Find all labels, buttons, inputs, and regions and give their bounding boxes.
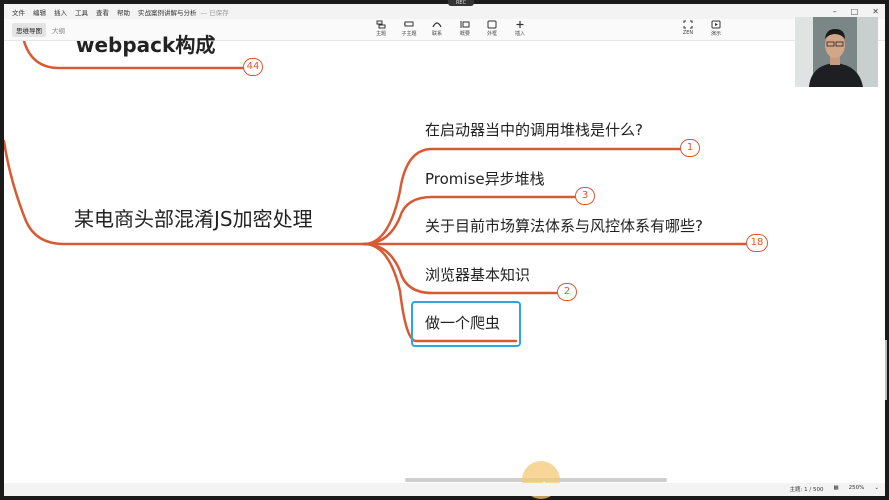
document-title: 实战案例讲解与分析 bbox=[138, 8, 197, 17]
menu-file[interactable]: 文件 bbox=[4, 7, 29, 17]
map-icon[interactable]: ▦ bbox=[833, 485, 838, 493]
boundary-label: 外框 bbox=[486, 31, 497, 37]
zoom-level[interactable]: 250% bbox=[849, 485, 865, 493]
webcam-overlay bbox=[795, 17, 878, 87]
mindmap-canvas[interactable]: webpack构成 44 某电商头部混淆JS加密处理 在启动器当中的调用堆栈是什… bbox=[4, 33, 885, 483]
vertical-scrollbar[interactable] bbox=[885, 340, 887, 400]
branch-topic-1[interactable]: 在启动器当中的调用堆栈是什么? bbox=[425, 119, 643, 140]
insert-button[interactable]: 插入 bbox=[507, 20, 533, 37]
relationship-button[interactable]: 联系 bbox=[424, 20, 450, 37]
branch-3-badge[interactable]: 18 bbox=[746, 234, 768, 252]
status-right: 主题: 1 / 500 ▦ 250% ⌄ bbox=[790, 485, 880, 493]
zen-label: ZEN bbox=[682, 30, 694, 36]
status-bar: 主题: 1 / 500 ▦ 250% ⌄ bbox=[4, 483, 885, 496]
branch-topic-5[interactable]: 做一个爬虫 bbox=[425, 312, 500, 333]
subtopic-label: 子主题 bbox=[401, 31, 417, 37]
summary-icon bbox=[460, 21, 470, 28]
menu-help[interactable]: 帮助 bbox=[113, 7, 134, 17]
subtopic-icon bbox=[404, 21, 414, 27]
menu-insert[interactable]: 插入 bbox=[50, 7, 71, 17]
topic-count-badge[interactable]: 44 bbox=[243, 58, 263, 76]
tab-mindmap[interactable]: 思维导图 bbox=[12, 23, 46, 37]
topic-icon bbox=[376, 20, 386, 29]
branch-4-badge[interactable]: 2 bbox=[557, 283, 577, 301]
tab-outline[interactable]: 大纲 bbox=[48, 23, 69, 37]
presenter-image bbox=[795, 17, 878, 87]
connector-lines bbox=[4, 41, 750, 343]
boundary-icon bbox=[487, 20, 497, 29]
relationship-label: 联系 bbox=[431, 31, 442, 37]
close-icon[interactable]: ✕ bbox=[872, 7, 879, 16]
insert-label: 插入 bbox=[514, 31, 525, 37]
title-bar: 文件 编辑 插入 工具 查看 帮助 实战案例讲解与分析 — 已保存 – □ ✕ bbox=[4, 4, 885, 19]
plus-icon bbox=[516, 21, 524, 28]
zen-button[interactable]: ZEN bbox=[675, 20, 701, 36]
saved-status: — 已保存 bbox=[200, 8, 229, 17]
menu-view[interactable]: 查看 bbox=[92, 7, 113, 17]
recording-badge: REC bbox=[448, 0, 474, 6]
menu-tools[interactable]: 工具 bbox=[71, 7, 92, 17]
branch-topic-4[interactable]: 浏览器基本知识 bbox=[425, 264, 530, 285]
boundary-button[interactable]: 外框 bbox=[479, 20, 505, 37]
summary-button[interactable]: 概要 bbox=[452, 20, 478, 37]
view-tabs: 思维导图 大纲 bbox=[12, 23, 69, 37]
chevron-down-icon[interactable]: ⌄ bbox=[874, 485, 879, 493]
relationship-icon bbox=[432, 22, 442, 28]
menu-edit[interactable]: 编辑 bbox=[29, 7, 50, 17]
present-label: 演示 bbox=[710, 31, 721, 37]
play-icon bbox=[711, 20, 721, 29]
branch-topic-3[interactable]: 关于目前市场算法体系与风控体系有哪些? bbox=[425, 215, 703, 236]
branch-topic-2[interactable]: Promise异步堆栈 bbox=[425, 168, 545, 189]
partial-topic-label[interactable]: webpack构成 bbox=[76, 29, 215, 58]
present-button[interactable]: 演示 bbox=[703, 20, 729, 37]
topic-label: 主题 bbox=[375, 31, 386, 37]
branch-1-badge[interactable]: 1 bbox=[680, 139, 700, 157]
topic-count: 主题: 1 / 500 bbox=[789, 487, 824, 493]
summary-label: 概要 bbox=[459, 31, 470, 37]
zen-icon bbox=[683, 20, 693, 29]
maximize-icon[interactable]: □ bbox=[851, 7, 859, 16]
branch-2-badge[interactable]: 3 bbox=[575, 187, 595, 205]
minimize-icon[interactable]: – bbox=[833, 7, 837, 16]
subtopic-button[interactable]: 子主题 bbox=[396, 20, 422, 37]
root-topic[interactable]: 某电商头部混淆JS加密处理 bbox=[74, 203, 313, 232]
topic-button[interactable]: 主题 bbox=[368, 20, 394, 37]
